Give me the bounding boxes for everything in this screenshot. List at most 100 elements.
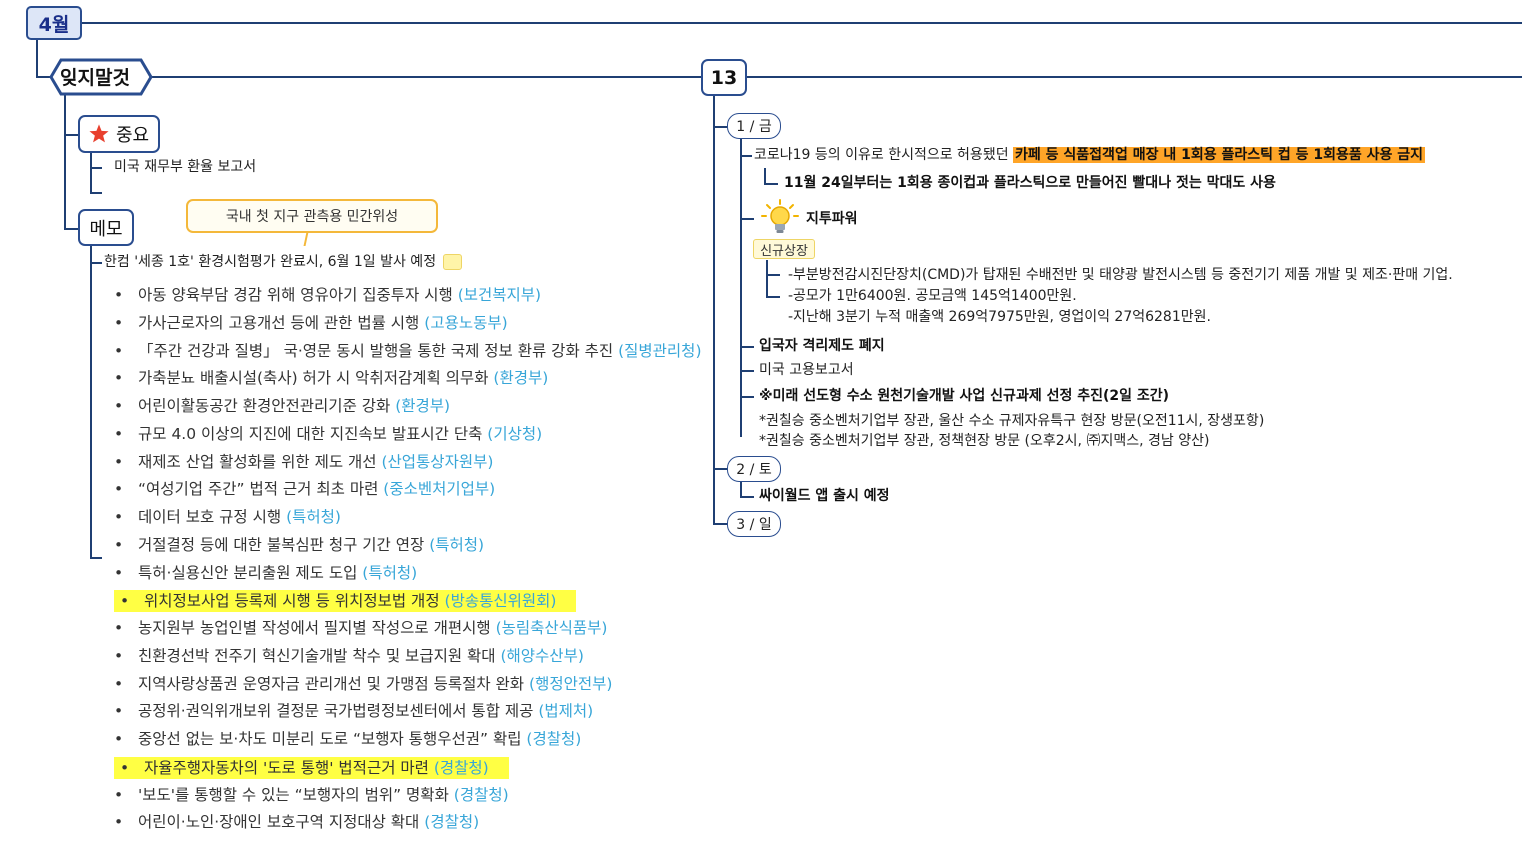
memo-bullet-item: • 거절결정 등에 대한 불복심판 청구 기간 연장 (특허청) [114, 535, 484, 555]
day2-node[interactable]: 2 / 토 [727, 456, 781, 482]
schedule-item-1: *권칠승 중소벤처기업부 장관, 울산 수소 규제자유특구 현장 방문(오전11… [759, 413, 1265, 429]
day2-item-connector [740, 496, 754, 498]
bullet-dot: • [114, 813, 124, 832]
bullet-text: 어린이활동공간 환경안전관리기준 강화 [138, 397, 391, 415]
bullet-agency: (방송통신위원회) [444, 592, 557, 611]
bullet-text: 농지원부 농업인별 작성에서 필지별 작성으로 개편시행 [138, 619, 491, 637]
memo-item-line-2 [90, 557, 102, 559]
memo-branch-line [90, 245, 92, 557]
memo-bullet-item: • 재제조 산업 활성화를 위한 제도 개선 (산업통상자원부) [114, 452, 493, 472]
company-detail-line [766, 260, 768, 296]
bullet-text: 위치정보사업 등록제 시행 등 위치정보법 개정 [144, 592, 440, 611]
bullet-text: “여성기업 주간” 법적 근거 최초 마련 [138, 480, 379, 499]
memo-bullet-item: • 데이터 보호 규정 시행 (특허청) [114, 507, 341, 527]
bullet-dot: • [114, 563, 124, 582]
bullet-agency: (경찰청) [433, 758, 489, 777]
bullet-agency: (질병관리청) [618, 341, 702, 360]
memo-first-item: 한컴 '세종 1호' 환경시험평가 완료시, 6월 1일 발사 예정 [104, 253, 462, 271]
important-item-1: 미국 재무부 환율 보고서 [114, 159, 257, 175]
bullet-text: 데이터 보호 규정 시행 [138, 508, 282, 526]
day3-label: 3 / 일 [736, 517, 772, 533]
bullet-agency: (농림축산식품부) [495, 619, 608, 637]
bullet-text: 재제조 산업 활성화를 위한 제도 개선 [138, 452, 377, 471]
new-listing-tag[interactable]: 신규상장 [753, 239, 815, 259]
important-item-line-2 [90, 192, 102, 194]
entry-policy-item: 입국자 격리제도 폐지 [759, 338, 885, 354]
memo-bullet-item: • 특허·실용신안 분리출원 제도 도입 (특허청) [114, 563, 417, 583]
bullet-text: 자율주행자동차의 '도로 통행' 법적근거 마련 [144, 758, 429, 777]
important-item-line-1 [90, 167, 102, 169]
memo-bullet-item: • 위치정보사업 등록제 시행 등 위치정보법 개정 (방송통신위원회) [114, 590, 577, 613]
memo-bullet-item: • 「주간 건강과 질병」 국·영문 동시 발행을 통한 국제 정보 환류 강화 … [114, 341, 702, 361]
bullet-dot: • [114, 424, 124, 443]
company-connector [740, 218, 754, 220]
comment-icon[interactable] [442, 254, 462, 270]
bullet-dot: • [114, 619, 124, 637]
day1-branch-line [740, 139, 742, 437]
bullet-dot: • [114, 508, 124, 526]
bullet-dot: • [120, 592, 130, 611]
company-name: 지투파워 [806, 211, 858, 227]
bullet-agency: (환경부) [493, 369, 549, 388]
bullet-text: 「주간 건강과 질병」 국·영문 동시 발행을 통한 국제 정보 환류 강화 추… [138, 341, 614, 360]
bullet-agency: (보건복지부) [457, 286, 542, 304]
memo-bullet-item: • 자율주행자동차의 '도로 통행' 법적근거 마련 (경찰청) [114, 756, 509, 779]
day1-node[interactable]: 1 / 금 [727, 113, 781, 139]
hydrogen-item: ※미래 선도형 수소 원천기술개발 사업 신규과제 선정 추진(2일 조간) [759, 388, 1170, 404]
us-report-item: 미국 고용보고서 [759, 362, 854, 378]
day3-node[interactable]: 3 / 일 [727, 511, 781, 537]
bullet-dot: • [114, 480, 124, 499]
bullet-dot: • [114, 452, 124, 471]
bullet-dot: • [114, 313, 124, 332]
corona-sub-connector [764, 183, 778, 185]
month-branch-line [36, 39, 38, 76]
month-label: 4월 [38, 13, 70, 36]
company-detail-3: -지난해 3분기 누적 매출액 269억7975만원, 영업이익 27억6281… [788, 309, 1211, 325]
hydrogen-connector [740, 396, 754, 398]
memo-bullet-item: • 중앙선 없는 보·차도 미분리 도로 “보행자 통행우선권” 확립 (경찰청) [114, 729, 581, 749]
bullet-agency: (특허청) [362, 563, 418, 582]
memo-bullet-item: • 가사근로자의 고용개선 등에 관한 법률 시행 (고용노동부) [114, 313, 508, 333]
week-node[interactable]: 13 [701, 59, 747, 96]
bullet-agency: (경찰청) [526, 730, 582, 748]
bullet-text: 아동 양육부담 경감 위해 영유아기 집중투자 시행 [138, 286, 453, 304]
bullet-agency: (산업통상자원부) [381, 452, 494, 471]
callout-text: 국내 첫 지구 관측용 민간위성 [225, 209, 399, 225]
bullet-agency: (고용노동부) [424, 313, 508, 332]
memo-bullet-item: • 어린이·노인·장애인 보호구역 지정대상 확대 (경찰청) [114, 812, 479, 832]
bullet-agency: (법제처) [538, 702, 594, 721]
bullet-dot: • [114, 535, 124, 554]
company-detail-1: -부분방전감시진단장치(CMD)가 탑재된 수배전반 및 태양광 발전시스템 등… [788, 267, 1453, 283]
memo-bullet-item: • “여성기업 주간” 법적 근거 최초 마련 (중소벤처기업부) [114, 479, 495, 499]
star-icon [89, 124, 109, 143]
memo-node[interactable]: 메모 [78, 209, 134, 246]
day1-connector [713, 126, 727, 128]
important-label: 중요 [116, 125, 150, 146]
memo-bullet-item: • 농지원부 농업인별 작성에서 필지별 작성으로 개편시행 (농림축산식품부) [114, 618, 607, 638]
bullet-agency: (중소벤처기업부) [383, 480, 496, 499]
bullet-agency: (기상청) [487, 424, 543, 443]
bullet-agency: (환경부) [395, 397, 451, 415]
important-node[interactable]: 중요 [78, 115, 160, 153]
remember-title: 잊지말것 [60, 67, 130, 89]
bullet-text: 가사근로자의 고용개선 등에 관한 법률 시행 [138, 313, 420, 332]
lightbulb-icon [761, 199, 799, 233]
callout-pointer [303, 232, 309, 246]
bullet-dot: • [114, 286, 124, 304]
bullet-dot: • [114, 341, 124, 360]
day2-item: 싸이월드 앱 출시 예정 [759, 488, 890, 504]
corona-connector [740, 155, 752, 157]
memo-callout[interactable]: 국내 첫 지구 관측용 민간위성 [186, 199, 438, 233]
memo-label: 메모 [89, 218, 123, 240]
bullet-text: 규모 4.0 이상의 지진에 대한 지진속보 발표시간 단축 [138, 424, 483, 443]
bullet-text: 공정위·권익위개보위 결정문 국가법령정보센터에서 통합 제공 [138, 702, 534, 721]
corona-item: 코로나19 등의 이유로 한시적으로 허용됐던 카페 등 식품접객업 매장 내 … [754, 147, 1426, 163]
month-node[interactable]: 4월 [26, 6, 82, 40]
day2-branch-line [740, 481, 742, 496]
memo-bullet-item: • 공정위·권익위개보위 결정문 국가법령정보센터에서 통합 제공 (법제처) [114, 701, 593, 721]
bullet-text: 중앙선 없는 보·차도 미분리 도로 “보행자 통행우선권” 확립 [138, 730, 522, 748]
bullet-dot: • [114, 646, 124, 665]
bullet-dot: • [114, 397, 124, 415]
bullet-text: 친환경선박 전주기 혁신기술개발 착수 및 보급지원 확대 [138, 646, 496, 665]
memo-bullet-item: • 친환경선박 전주기 혁신기술개발 착수 및 보급지원 확대 (해양수산부) [114, 646, 584, 666]
